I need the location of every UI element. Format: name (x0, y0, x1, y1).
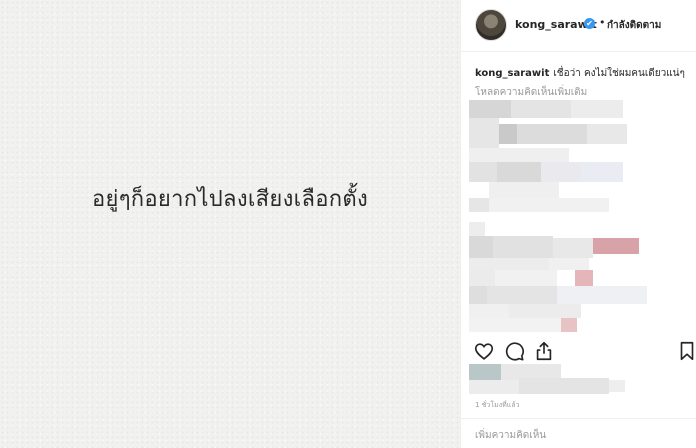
blur-block (469, 118, 499, 148)
blur-block (493, 236, 553, 258)
load-more-comments-link[interactable]: โหลดความคิดเห็นเพิ่มเติม (475, 85, 587, 100)
blur-block (489, 182, 559, 198)
avatar[interactable] (475, 9, 507, 41)
post-sidebar: kong_sarawit ✔ • กำลังติดตาม kong_sarawi… (460, 0, 696, 448)
blur-block (511, 100, 571, 118)
blur-block (609, 380, 625, 392)
blur-block (469, 100, 511, 118)
blur-block (495, 270, 557, 286)
blur-block (469, 258, 549, 270)
blur-block (469, 380, 519, 394)
blur-block (469, 236, 493, 258)
blur-block (509, 304, 581, 318)
blur-block (549, 258, 589, 270)
caption: kong_sarawit เชื่อว่า คงไม่ใช่ผมคนเดียวแน… (475, 66, 691, 81)
post-timestamp: 1 ชั่วโมงที่แล้ว (475, 401, 520, 409)
blur-block (561, 318, 577, 332)
blur-block (469, 222, 485, 236)
blur-block (497, 162, 541, 182)
blur-block (469, 304, 509, 318)
bookmark-icon[interactable] (677, 340, 696, 362)
caption-username[interactable]: kong_sarawit (475, 68, 549, 79)
caption-text: เชื่อว่า คงไม่ใช่ผมคนเดียวแน่ๆ (553, 68, 685, 79)
blur-block (469, 162, 497, 182)
blur-block (571, 100, 623, 118)
following-button[interactable]: กำลังติดตาม (607, 18, 661, 33)
blur-block (593, 238, 639, 254)
action-bar (461, 338, 696, 366)
blur-block (469, 318, 561, 332)
blur-block (469, 148, 569, 162)
blur-block (587, 124, 627, 144)
post-image-text: อยู่ๆก็อยากไปลงเสียงเลือกตั้ง (91, 187, 368, 212)
blurred-likes (469, 364, 689, 394)
blurred-comments (469, 100, 689, 336)
share-icon[interactable] (533, 340, 555, 362)
post-image: อยู่ๆก็อยากไปลงเสียงเลือกตั้ง (0, 0, 460, 448)
blur-block (469, 286, 487, 304)
blur-block (469, 364, 501, 380)
verified-badge-icon: ✔ (584, 18, 595, 29)
post-header: kong_sarawit ✔ • กำลังติดตาม (461, 0, 696, 52)
comment-icon[interactable] (503, 340, 525, 362)
blur-block (519, 378, 609, 394)
blur-block (469, 198, 489, 212)
blur-block (489, 198, 609, 212)
heart-icon[interactable] (473, 340, 495, 362)
blur-block (581, 162, 623, 182)
comment-input[interactable] (475, 427, 675, 443)
blur-block (541, 162, 581, 182)
blur-block (557, 286, 647, 304)
separator-dot: • (599, 16, 606, 29)
blur-block (517, 124, 587, 144)
blur-block (499, 124, 517, 144)
blur-block (575, 270, 593, 286)
comment-box (461, 418, 696, 448)
blur-block (553, 238, 593, 258)
blur-block (487, 286, 557, 304)
blur-block (469, 270, 495, 286)
